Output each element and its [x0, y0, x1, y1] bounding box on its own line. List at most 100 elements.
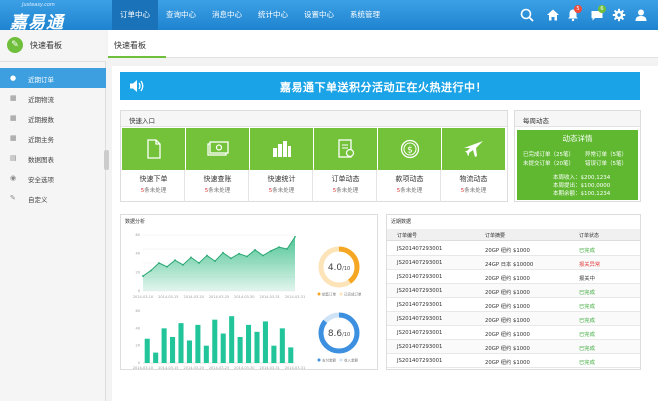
quick-item-label: 快速统计: [267, 175, 296, 183]
gear-icon[interactable]: [612, 8, 626, 22]
quick-item-4[interactable]: $ 款项动态 5条未处理: [378, 128, 441, 202]
data-point: [286, 248, 288, 250]
nav-item-1[interactable]: 查询中心: [158, 0, 204, 30]
money-icon: [186, 128, 249, 170]
promo-banner[interactable]: 嘉易通下单送积分活动正在火热进行中！: [120, 72, 640, 100]
pencil-icon: ✎: [10, 194, 16, 202]
home-icon[interactable]: [546, 8, 560, 22]
nav-item-3[interactable]: 统计中心: [250, 0, 296, 30]
data-point: [174, 259, 176, 262]
quick-item-label: 物流动态: [459, 175, 488, 183]
chart-icon: ▤: [10, 154, 17, 162]
table-row[interactable]: JS201407293001 20GP 纽约 $1000 报关中: [387, 270, 640, 284]
quick-item-suffix: 条未处理: [464, 188, 487, 194]
balance-value: $100,1234: [580, 191, 611, 197]
svg-text:$: $: [407, 146, 413, 156]
message-badge: 6: [598, 5, 606, 13]
quick-item-5[interactable]: 物流动态 5条未处理: [442, 128, 505, 202]
table-row[interactable]: JS201407293001 20GP 纽约 $1000 已完成: [387, 312, 640, 326]
bar: [178, 323, 184, 363]
header-order-id[interactable]: 订单编号: [397, 232, 417, 239]
quick-access-title: 快速入口: [129, 117, 155, 125]
data-point: [294, 235, 296, 238]
nav-item-2[interactable]: 消息中心: [204, 0, 250, 30]
quick-item-suffix: 条未处理: [336, 188, 359, 194]
donut-suffix: /10: [342, 266, 350, 272]
quick-item-label: 快速查账: [203, 175, 232, 183]
data-point: [142, 275, 144, 277]
nav-item-4[interactable]: 设置中心: [296, 0, 342, 30]
main-area: 快速看板 嘉易通下单送积分活动正在火热进行中！ 快速入口 快速下单 5条未处理 快速…: [108, 30, 658, 401]
sidebar: ✎ 快速看板 ● 近期订单 ▦ 近期物流 ▦ 近期报数 ▦ 近期主务 ▤ 数据图表 ◉ 安全选项 ✎ 自定…: [0, 30, 106, 401]
bar: [212, 319, 218, 363]
sidebar-item-label: 安全选项: [28, 176, 54, 184]
order-id: JS201407293001: [397, 358, 443, 364]
y-tick-label: 40: [136, 326, 140, 330]
logo[interactable]: Justeasy.com 嘉易通: [6, 2, 78, 33]
sidebar-title: 快速看板: [30, 41, 62, 50]
tab-dashboard[interactable]: 快速看板: [114, 40, 146, 51]
data-point: [206, 254, 208, 257]
quick-item-0[interactable]: 快速下单 5条未处理: [122, 128, 185, 202]
x-tick-label: 2014-03-10: [133, 366, 153, 369]
sidebar-item-4[interactable]: ▤ 数据图表: [0, 148, 106, 168]
weekly-unsubmitted: 未提交订单（20笔）: [523, 161, 574, 167]
header-status[interactable]: 订单状态: [579, 232, 599, 239]
sidebar-item-label: 近期物流: [28, 96, 54, 104]
quick-item-status: 5条未处理: [250, 186, 313, 194]
order-summary: 24GP 日本 $10000: [485, 262, 534, 268]
bar: [195, 324, 201, 363]
y-tick-label: 20: [136, 270, 140, 274]
legend-swatch: [317, 358, 321, 362]
sidebar-item-1[interactable]: ▦ 近期物流: [0, 88, 106, 108]
order-status: 已完成: [579, 318, 595, 324]
x-tick-label: 2014-03-15: [158, 295, 178, 299]
weekly-error: 错误订单（5笔）: [585, 161, 627, 167]
x-tick-label: 2014-03-15: [158, 366, 178, 369]
table-row[interactable]: JS201407293001 20GP 纽约 $1000 已完成: [387, 354, 640, 368]
order-id: JS201407293001: [397, 260, 443, 266]
nav-item-0[interactable]: 订单中心: [112, 0, 158, 30]
x-tick-label: 2014-03-25: [209, 295, 229, 299]
table-row[interactable]: JS20140729300​1 20GP 纽约 $1000 已完成: [387, 242, 640, 256]
data-point: [254, 249, 256, 251]
data-point: [182, 263, 184, 266]
user-icon[interactable]: [634, 8, 648, 22]
stats-icon: [250, 128, 313, 170]
nav-item-5[interactable]: 系统管理: [342, 0, 388, 30]
banner-text: 嘉易通下单送积分活动正在火热进行中！: [280, 81, 487, 94]
quick-item-suffix: 条未处理: [208, 188, 231, 194]
x-tick-label: 2014-03-31: [259, 366, 279, 369]
x-tick-label: 2014-03-31: [285, 366, 305, 369]
calendar-icon: ▦: [10, 114, 17, 122]
quick-access-header: 快速入口: [121, 111, 507, 127]
quick-item-2[interactable]: 快速统计 5条未处理: [250, 128, 313, 202]
speaker-icon: [128, 77, 146, 99]
table-row[interactable]: JS201407293001 20GP 纽约 $1000 已完成: [387, 326, 640, 340]
quick-item-suffix: 条未处理: [144, 188, 167, 194]
table-row[interactable]: JS201407293001 24GP 日本 $10000 报关异常: [387, 256, 640, 270]
header-summary[interactable]: 订单摘要: [485, 232, 505, 239]
legend-label: 销售订单: [322, 292, 336, 297]
table-row[interactable]: JS201407293001 20GP 纽约 $1000 已完成: [387, 298, 640, 312]
sidebar-item-label: 自定义: [28, 196, 48, 204]
sidebar-item-3[interactable]: ▦ 近期主务: [0, 128, 106, 148]
quick-item-3[interactable]: 订单动态 5条未处理: [314, 128, 377, 202]
order-id: JS201407293001: [397, 330, 443, 336]
table-row[interactable]: JS201407293001 20GP 纽约 $1000 已完成: [387, 284, 640, 298]
quick-item-1[interactable]: 快速查账 5条未处理: [186, 128, 249, 202]
x-tick-label: 2014-03-31: [285, 295, 305, 299]
sidebar-item-5[interactable]: ◉ 安全选项: [0, 168, 106, 188]
legend-swatch: [339, 292, 343, 296]
sidebar-item-6[interactable]: ✎ 自定义: [0, 188, 106, 208]
order-summary: 20GP 纽约 $1000: [485, 304, 530, 310]
dashboard-icon: ✎: [7, 37, 23, 53]
tab-underline: [108, 56, 166, 58]
order-status: 已完成: [579, 360, 595, 366]
search-icon[interactable]: [520, 8, 534, 22]
table-row[interactable]: JS201407293001 20GP 纽约 $1000 已完成: [387, 340, 640, 354]
bar: [186, 340, 192, 363]
sidebar-item-0[interactable]: ● 近期订单: [0, 68, 106, 88]
sidebar-item-2[interactable]: ▦ 近期报数: [0, 108, 106, 128]
order-id: JS201407293001: [397, 316, 443, 322]
